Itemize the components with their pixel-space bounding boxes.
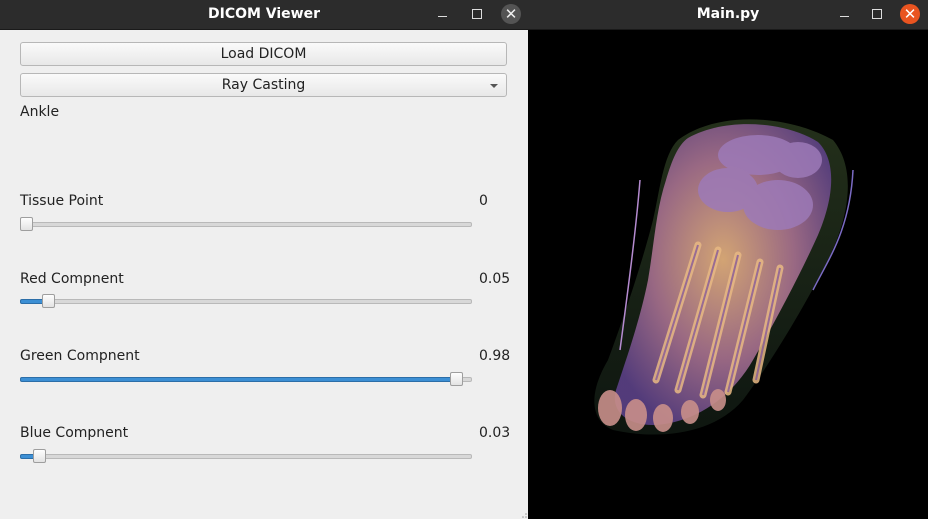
red-component-label: Red Compnent <box>20 271 124 287</box>
slider-handle[interactable] <box>33 449 46 463</box>
blue-component-value: 0.03 <box>479 425 511 441</box>
dicom-viewer-window: DICOM Viewer ✕ Load DICOM Ray Casting An… <box>0 0 528 519</box>
chevron-down-icon <box>490 84 498 88</box>
load-dicom-button[interactable]: Load DICOM <box>20 42 507 66</box>
slider-groove <box>20 454 472 459</box>
green-component-label: Green Compnent <box>20 348 140 364</box>
green-component-slider[interactable] <box>20 371 472 387</box>
ankle-foot-rendering <box>594 119 854 435</box>
render-mode-value: Ray Casting <box>221 77 306 93</box>
dicom-viewer-titlebar[interactable]: DICOM Viewer ✕ <box>0 0 528 30</box>
slider-groove <box>20 222 472 227</box>
dataset-label: Ankle <box>20 104 60 120</box>
slider-handle[interactable] <box>42 294 55 308</box>
resize-grip-icon[interactable] <box>520 511 528 519</box>
close-icon[interactable]: ✕ <box>900 4 920 24</box>
volume-render-view[interactable] <box>528 30 928 519</box>
slider-handle[interactable] <box>450 372 463 386</box>
blue-component-slider[interactable] <box>20 448 472 464</box>
slider-groove <box>20 299 472 304</box>
main-py-window: Main.py ✕ <box>528 0 928 519</box>
render-mode-dropdown[interactable]: Ray Casting <box>20 73 507 97</box>
red-component-value: 0.05 <box>479 271 511 287</box>
tissue-point-value: 0 <box>479 193 488 209</box>
tissue-point-label: Tissue Point <box>20 193 104 209</box>
slider-handle[interactable] <box>20 217 33 231</box>
minimize-icon[interactable] <box>834 4 854 24</box>
maximize-icon[interactable] <box>867 4 887 24</box>
blue-component-label: Blue Compnent <box>20 425 129 441</box>
minimize-icon[interactable] <box>432 4 452 24</box>
tissue-point-slider[interactable] <box>20 216 472 232</box>
main-py-titlebar[interactable]: Main.py ✕ <box>528 0 928 30</box>
maximize-icon[interactable] <box>467 4 487 24</box>
red-component-slider[interactable] <box>20 293 472 309</box>
slider-fill <box>20 377 456 382</box>
close-icon[interactable]: ✕ <box>501 4 521 24</box>
green-component-value: 0.98 <box>479 348 511 364</box>
